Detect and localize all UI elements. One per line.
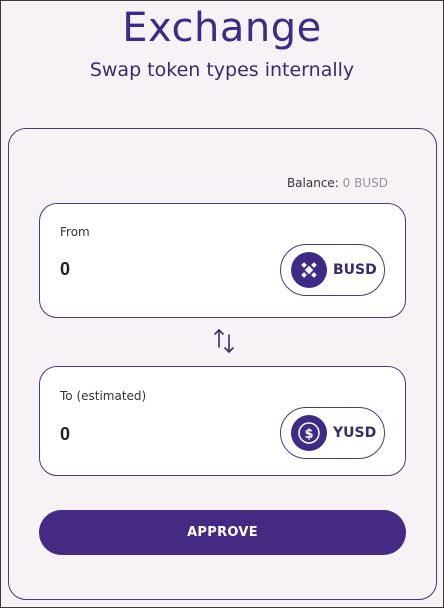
- page-subtitle: Swap token types internally: [89, 59, 355, 81]
- from-token-name: BUSD: [333, 262, 377, 278]
- to-amount-input[interactable]: [60, 424, 210, 445]
- balance-label: Balance:: [286, 176, 339, 190]
- to-label: To (estimated): [60, 389, 147, 403]
- svg-text:$: $: [304, 427, 313, 442]
- approve-button[interactable]: APPROVE: [39, 510, 406, 555]
- yusd-icon: $: [291, 415, 327, 451]
- page-title: Exchange: [122, 5, 322, 51]
- balance-value: 0 BUSD: [342, 176, 388, 190]
- from-label: From: [60, 225, 90, 239]
- swap-arrows-icon[interactable]: [212, 326, 236, 356]
- from-token-selector[interactable]: BUSD: [280, 244, 385, 296]
- busd-icon: [291, 252, 327, 288]
- exchange-card: Balance: 0 BUSD From BUSD: [8, 128, 437, 600]
- to-field: To (estimated) $ YUSD: [39, 366, 406, 476]
- from-amount-input[interactable]: [60, 259, 210, 280]
- from-field: From BUSD: [39, 203, 406, 318]
- to-token-selector[interactable]: $ YUSD: [280, 407, 385, 459]
- to-token-name: YUSD: [333, 425, 377, 441]
- balance-display: Balance: 0 BUSD: [287, 176, 388, 190]
